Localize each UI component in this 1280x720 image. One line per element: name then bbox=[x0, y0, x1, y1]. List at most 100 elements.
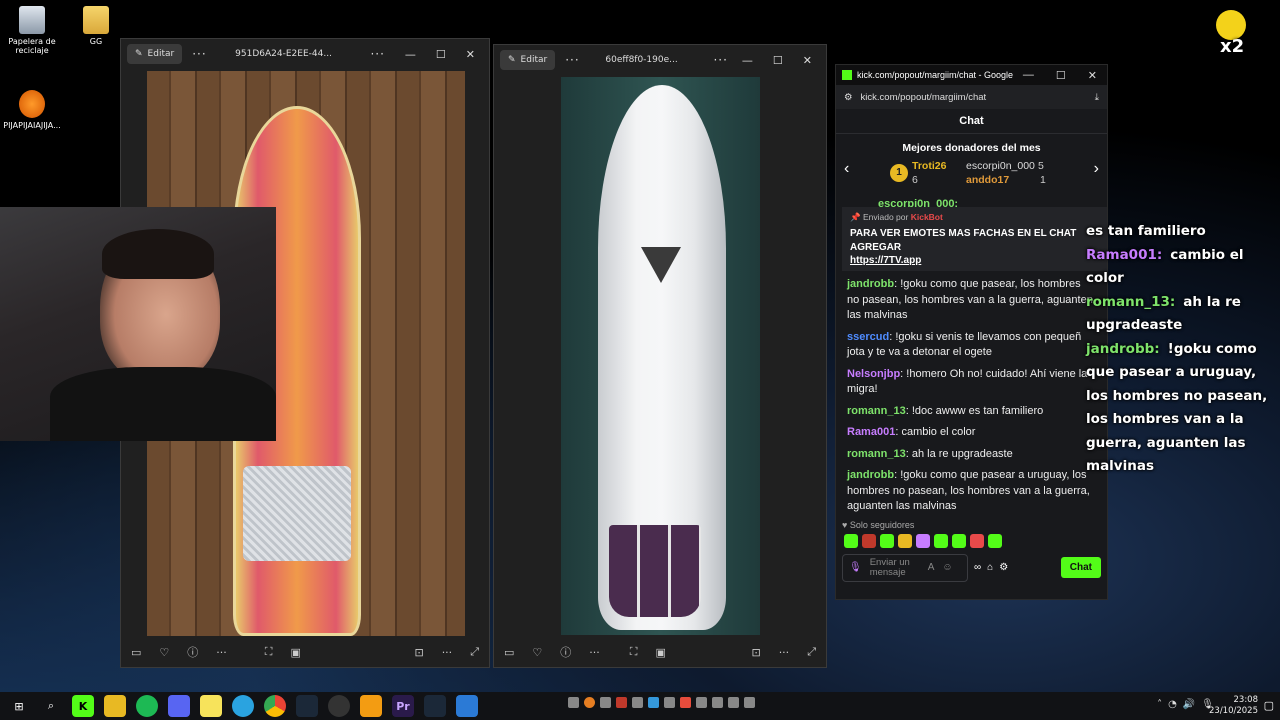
more-icon[interactable]: ··· bbox=[779, 646, 790, 659]
crop-icon[interactable]: ⛶ bbox=[630, 645, 638, 659]
settings-icon[interactable]: ⚙ bbox=[999, 562, 1008, 573]
store-icon[interactable]: ⌂ bbox=[987, 562, 993, 573]
ocr-icon[interactable]: ▣ bbox=[655, 646, 665, 659]
file-explorer-icon[interactable] bbox=[104, 695, 126, 717]
more-options-icon[interactable]: ··· bbox=[192, 47, 206, 61]
maximize-icon[interactable]: ☐ bbox=[773, 54, 783, 67]
chat-username[interactable]: jandrobb bbox=[847, 278, 894, 290]
translate-icon[interactable]: A bbox=[928, 562, 935, 573]
ocr-icon[interactable]: ▣ bbox=[290, 646, 300, 659]
fullscreen-icon[interactable]: ⤢ bbox=[807, 645, 816, 659]
emote-icon[interactable] bbox=[880, 533, 894, 548]
tray-app-icon[interactable] bbox=[696, 697, 707, 708]
close-icon[interactable]: ✕ bbox=[803, 54, 812, 67]
search-icon[interactable]: ⌕ bbox=[40, 695, 62, 717]
pinned-link[interactable]: https://7TV.app bbox=[850, 255, 1099, 266]
emoji-icon[interactable]: ☺ bbox=[942, 562, 952, 573]
chat-username[interactable]: jandrobb bbox=[847, 469, 894, 481]
network-icon[interactable]: ◔ bbox=[1168, 699, 1177, 710]
recycle-bin-shortcut[interactable]: Papelera de reciclaje bbox=[0, 6, 67, 55]
close-icon[interactable]: ✕ bbox=[466, 48, 475, 61]
kick-icon[interactable]: K bbox=[72, 695, 94, 717]
info-icon[interactable]: ⓘ bbox=[187, 644, 198, 660]
emote-icon[interactable] bbox=[844, 533, 858, 548]
filmstrip-icon[interactable]: ▭ bbox=[131, 646, 141, 659]
tray-app-icon[interactable] bbox=[744, 697, 755, 708]
more-icon[interactable]: ··· bbox=[216, 646, 227, 659]
tray-app-icon[interactable] bbox=[616, 697, 627, 708]
photos-icon[interactable] bbox=[456, 695, 478, 717]
chrome-icon[interactable] bbox=[264, 695, 286, 717]
more-options-icon[interactable]: ··· bbox=[565, 53, 579, 67]
address-bar[interactable]: ⚙ kick.com/popout/margiim/chat ⤓ bbox=[836, 85, 1107, 109]
sticky-notes-icon[interactable] bbox=[200, 695, 222, 717]
tray-app-icon[interactable] bbox=[584, 697, 595, 708]
tray-app-icon[interactable] bbox=[664, 697, 675, 708]
spotify-icon[interactable] bbox=[136, 695, 158, 717]
chat-username[interactable]: ssercud bbox=[847, 331, 889, 343]
tray-app-icon[interactable] bbox=[600, 697, 611, 708]
emote-icon[interactable] bbox=[952, 533, 966, 548]
telegram-icon[interactable] bbox=[232, 695, 254, 717]
emote-icon[interactable] bbox=[934, 533, 948, 548]
minimize-icon[interactable]: — bbox=[405, 48, 416, 61]
more-options-icon[interactable]: ··· bbox=[713, 53, 727, 67]
download-icon[interactable]: ⤓ bbox=[1095, 92, 1099, 103]
chat-username[interactable]: romann_13 bbox=[847, 405, 906, 417]
info-icon[interactable]: ⓘ bbox=[560, 644, 571, 660]
clock[interactable]: 23:08 23/10/2025 bbox=[1209, 695, 1258, 717]
chat-username[interactable]: Rama001 bbox=[847, 426, 895, 438]
chat-input[interactable]: 🎙 Enviar un mensaje A ☺ bbox=[842, 553, 968, 582]
tray-app-icon[interactable] bbox=[712, 697, 723, 708]
edit-button[interactable]: ✎ Editar bbox=[500, 50, 556, 70]
premiere-icon[interactable]: Pr bbox=[392, 695, 414, 717]
crop-icon[interactable]: ⛶ bbox=[265, 645, 273, 659]
donor-2-name[interactable]: escorpi0n_000 bbox=[966, 160, 1035, 172]
volume-icon[interactable]: 🔊 bbox=[1183, 699, 1195, 710]
tray-app-icon[interactable] bbox=[568, 697, 579, 708]
site-settings-icon[interactable]: ⚙ bbox=[844, 92, 853, 103]
tray-app-icon[interactable] bbox=[648, 697, 659, 708]
donor-1-name[interactable]: Troti26 bbox=[912, 160, 946, 172]
emote-icon[interactable] bbox=[898, 533, 912, 548]
emote-icon[interactable] bbox=[988, 533, 1002, 548]
emote-icon[interactable] bbox=[970, 533, 984, 548]
favorite-icon[interactable]: ♡ bbox=[532, 646, 542, 659]
fl-studio-shortcut[interactable]: PIJAPIJAIAJIJA... bbox=[0, 90, 67, 130]
tray-app-icon[interactable] bbox=[680, 697, 691, 708]
fullscreen-icon[interactable]: ⤢ bbox=[470, 645, 479, 659]
tray-app-icon[interactable] bbox=[632, 697, 643, 708]
more-icon[interactable]: ··· bbox=[442, 646, 453, 659]
prev-arrow-icon[interactable]: ‹ bbox=[844, 160, 849, 178]
screenshot-icon[interactable]: ⊡ bbox=[751, 646, 760, 659]
emote-icon[interactable] bbox=[916, 533, 930, 548]
edit-button[interactable]: ✎ Editar bbox=[127, 44, 183, 64]
favorite-icon[interactable]: ♡ bbox=[159, 646, 169, 659]
maximize-icon[interactable]: ☐ bbox=[1056, 69, 1066, 82]
steam-icon[interactable] bbox=[296, 695, 318, 717]
donor-3-name[interactable]: anddo17 bbox=[966, 174, 1009, 186]
more-icon[interactable]: ··· bbox=[589, 646, 600, 659]
points-icon[interactable]: ∞ bbox=[974, 562, 981, 573]
chevron-up-icon[interactable]: ˄ bbox=[1157, 699, 1162, 710]
obs-icon[interactable] bbox=[328, 695, 350, 717]
minimize-icon[interactable]: — bbox=[742, 54, 753, 67]
minimize-icon[interactable]: — bbox=[1023, 69, 1034, 82]
screenshot-icon[interactable]: ⊡ bbox=[414, 646, 423, 659]
next-arrow-icon[interactable]: › bbox=[1094, 160, 1099, 178]
steam-icon[interactable] bbox=[424, 695, 446, 717]
microphone-icon[interactable]: 🎙 bbox=[849, 562, 862, 573]
more-options-icon[interactable]: ··· bbox=[370, 47, 384, 61]
send-chat-button[interactable]: Chat bbox=[1060, 557, 1101, 578]
fl-studio-icon[interactable] bbox=[360, 695, 382, 717]
filmstrip-icon[interactable]: ▭ bbox=[504, 646, 514, 659]
discord-icon[interactable] bbox=[168, 695, 190, 717]
notifications-icon[interactable]: ▢ bbox=[1264, 699, 1274, 712]
start-icon[interactable]: ⊞ bbox=[8, 695, 30, 717]
chat-username[interactable]: romann_13 bbox=[847, 448, 906, 460]
maximize-icon[interactable]: ☐ bbox=[436, 48, 446, 61]
close-icon[interactable]: ✕ bbox=[1088, 69, 1097, 82]
chat-username[interactable]: Nelsonjbp bbox=[847, 368, 900, 380]
emote-icon[interactable] bbox=[862, 533, 876, 548]
tray-app-icon[interactable] bbox=[728, 697, 739, 708]
